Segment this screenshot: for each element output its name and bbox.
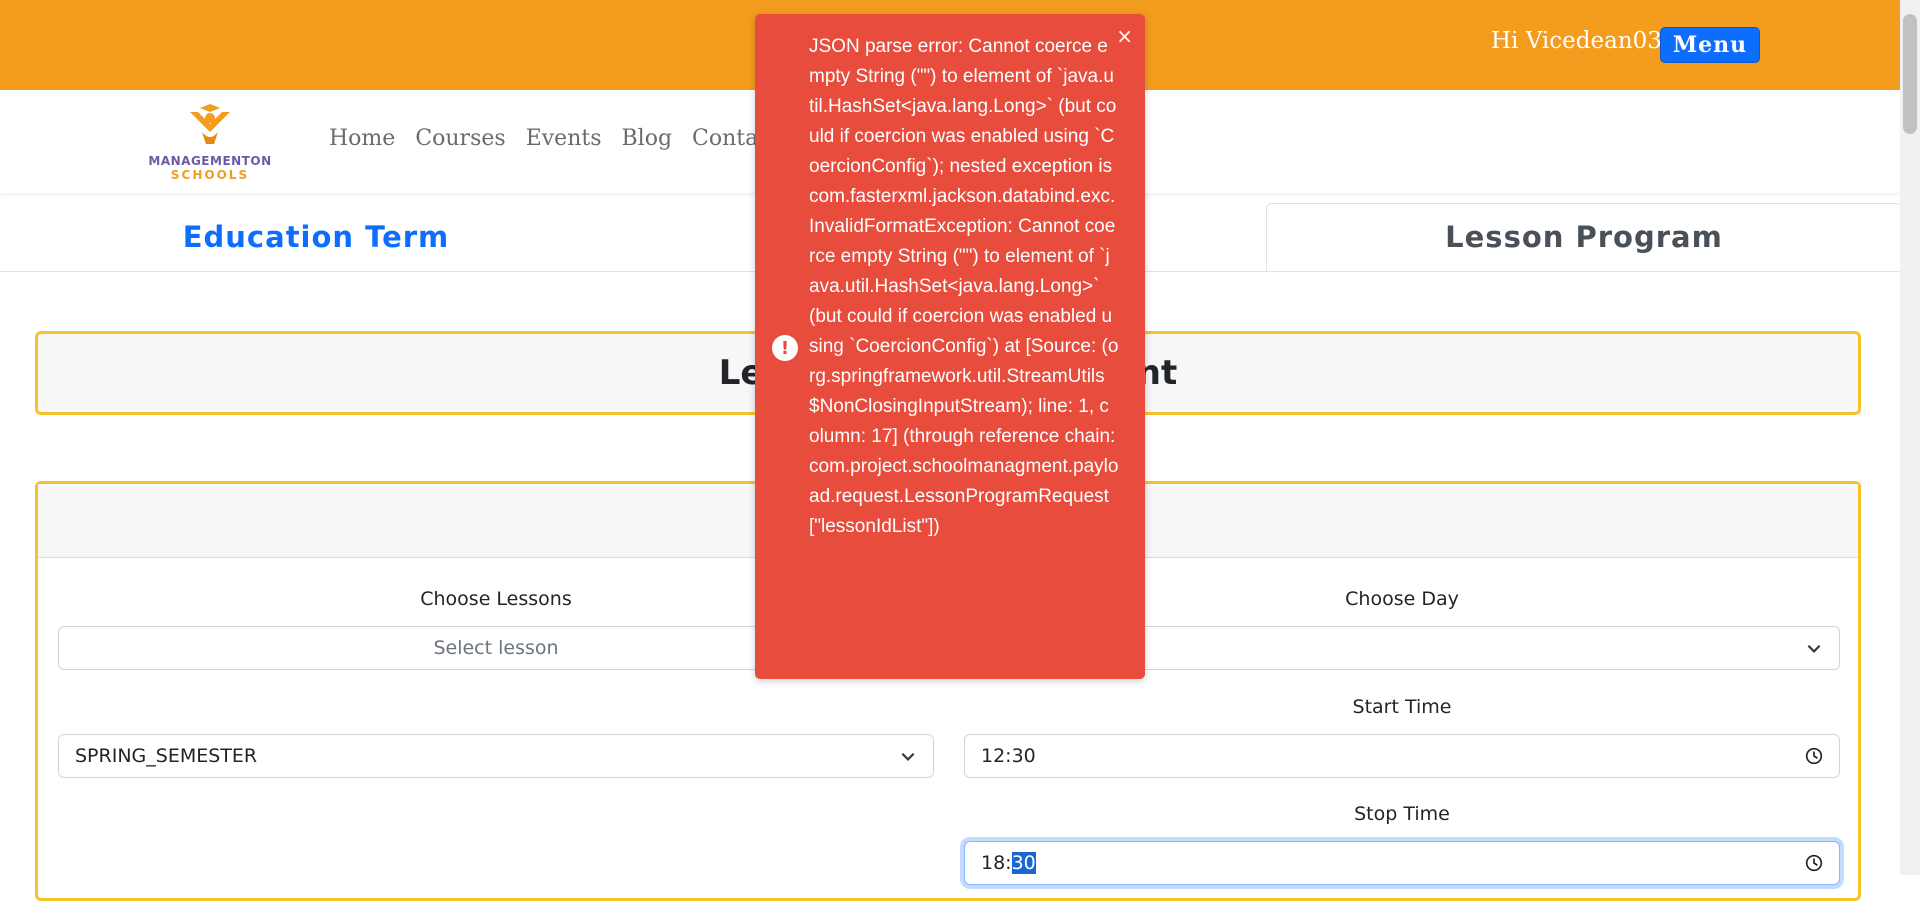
education-term-select[interactable]: SPRING_SEMESTER [58,734,934,778]
stop-time-minute-selected: 30 [1011,852,1036,874]
start-time-input[interactable]: 12:30 [964,734,1840,778]
start-time-value: 12:30 [981,745,1036,767]
nav-courses[interactable]: Courses [415,126,505,151]
clock-icon[interactable] [1805,747,1823,765]
logo-text-secondary: SCHOOLS [170,168,250,182]
close-icon[interactable]: × [1116,26,1133,46]
choose-lessons-placeholder: Select lesson [433,637,559,659]
scrollbar-thumb[interactable] [1903,14,1917,134]
start-time-label: Start Time [1352,696,1452,718]
tab-education-term[interactable]: Education Term [0,203,632,271]
nav-events[interactable]: Events [526,126,602,151]
school-logo[interactable]: MANAGEMENTON SCHOOLS [145,102,275,182]
menu-button[interactable]: Menu [1660,27,1760,63]
nav-home[interactable]: Home [329,126,395,151]
error-toast[interactable]: ! JSON parse error: Cannot coerce empty … [755,14,1145,679]
graduate-logo-icon [190,104,230,144]
chevron-down-icon [901,752,915,761]
education-term-value: SPRING_SEMESTER [75,745,258,767]
error-alert-icon: ! [772,335,798,361]
stop-time-input[interactable]: 18: 30 [964,841,1840,885]
user-greeting: Hi Vicedean03 [1491,28,1662,54]
chevron-down-icon [1807,644,1821,653]
tab-lesson-program[interactable]: Lesson Program [1266,203,1902,271]
logo-text-primary: MANAGEMENTON [148,154,272,168]
page-scrollbar[interactable] [1900,0,1920,875]
stop-time-label: Stop Time [1354,803,1450,825]
nav-links: Home Courses Events Blog Contact [329,126,779,151]
clock-icon[interactable] [1805,854,1823,872]
error-toast-message: JSON parse error: Cannot coerce empty St… [809,36,1119,537]
nav-blog[interactable]: Blog [622,126,673,151]
stop-time-hour: 18: [981,852,1012,874]
